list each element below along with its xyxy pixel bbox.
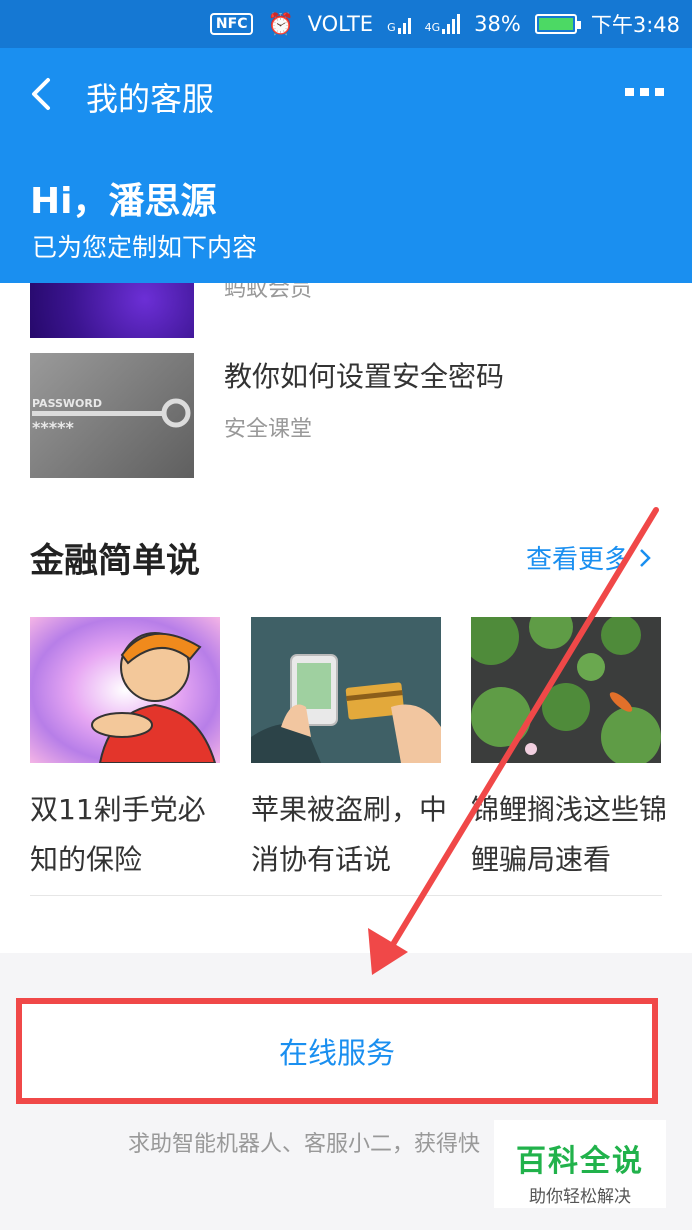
- battery-percent: 38%: [474, 12, 521, 36]
- alarm-icon: ⏰: [267, 11, 294, 36]
- greeting: Hi，潘思源: [30, 181, 217, 222]
- online-service-button[interactable]: 在线服务: [16, 998, 658, 1104]
- sim1-signal-icon: G: [387, 14, 411, 34]
- header-subtitle: 已为您定制如下内容: [32, 233, 258, 262]
- chevron-right-icon: [640, 548, 651, 567]
- nfc-icon: NFC: [209, 13, 254, 35]
- card-title: 双11剁手党必知的保险: [30, 793, 206, 876]
- back-arrow-icon[interactable]: [22, 72, 62, 116]
- status-bar: NFC ⏰ VOLTE G 4G 38% 下午3:48: [0, 0, 692, 48]
- online-service-label: 在线服务: [278, 1036, 395, 1070]
- more-options-icon[interactable]: [625, 88, 664, 96]
- header: 我的客服 Hi，潘思源 已为您定制如下内容: [0, 48, 692, 283]
- network-type: VOLTE: [307, 12, 374, 36]
- article-thumbnail[interactable]: [30, 283, 194, 338]
- section-title: 金融简单说: [30, 541, 200, 581]
- password-article-thumbnail[interactable]: PASSWORD *****: [30, 353, 194, 478]
- watermark-subtitle: 助你轻松解决: [529, 1187, 631, 1207]
- card[interactable]: 苹果被盗刷，中消协有话说: [251, 617, 447, 885]
- article-tag: 安全课堂: [224, 417, 313, 442]
- see-more-label: 查看更多: [526, 545, 631, 575]
- watermark-logo: 百科全说 助你轻松解决: [494, 1120, 666, 1208]
- sim2-signal-icon: 4G: [425, 14, 461, 34]
- card[interactable]: 锦鲤搁浅这些锦鲤骗局速看: [471, 617, 667, 885]
- article-title[interactable]: 教你如何设置安全密码: [224, 355, 504, 395]
- cartoon-thumbnail: [30, 617, 220, 763]
- divider: [30, 895, 662, 896]
- watermark-title: 百科全说: [516, 1144, 644, 1179]
- card-title: 锦鲤搁浅这些锦鲤骗局速看: [471, 793, 668, 876]
- battery-icon: [534, 14, 581, 34]
- service-hint: 求助智能机器人、客服小二，获得快: [128, 1132, 481, 1157]
- svg-text:PASSWORD: PASSWORD: [32, 397, 102, 410]
- see-more-link[interactable]: 查看更多: [526, 539, 652, 576]
- card[interactable]: 双11剁手党必知的保险: [30, 617, 220, 885]
- clock: 下午3:48: [590, 13, 680, 37]
- koi-pond-thumbnail: [471, 617, 661, 763]
- payment-thumbnail: [251, 617, 441, 763]
- card-title: 苹果被盗刷，中消协有话说: [251, 793, 448, 876]
- page-title: 我的客服: [86, 80, 215, 118]
- svg-text:*****: *****: [32, 418, 74, 437]
- content-area: 蚂蚁会员 PASSWORD ***** 教你如何设置安全密码 安全课堂 金融简单…: [0, 283, 692, 953]
- article-tag: 蚂蚁会员: [224, 283, 313, 302]
